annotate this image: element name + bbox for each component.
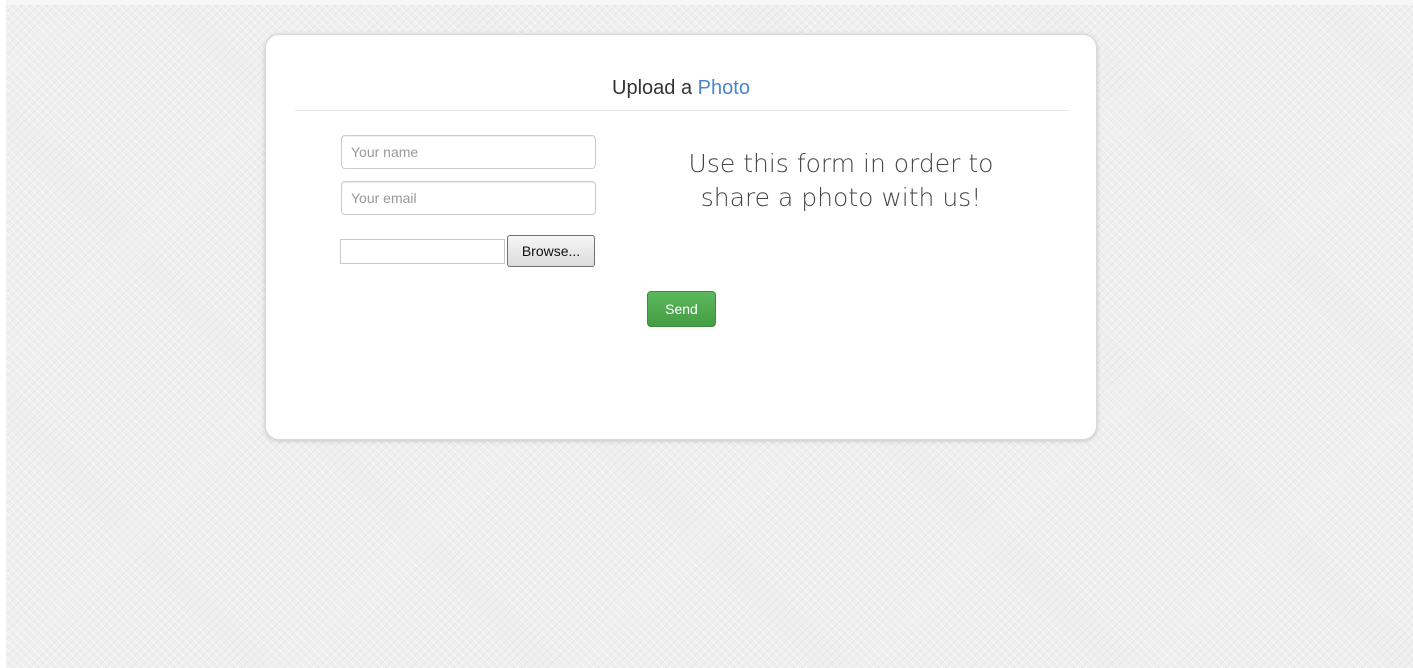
title-prefix: Upload a [612, 77, 693, 99]
tagline-line-2: share a photo with us! [700, 183, 982, 212]
tagline-line-1: Use this form in order to [688, 149, 994, 178]
email-input[interactable] [341, 181, 596, 215]
title-divider [295, 110, 1069, 111]
file-path-field[interactable] [340, 239, 505, 264]
page-title: Upload a Photo [266, 75, 1096, 101]
name-input[interactable] [341, 135, 596, 169]
upload-photo-card: Upload a Photo Browse... Use this form i… [265, 34, 1097, 440]
send-button[interactable]: Send [647, 291, 716, 327]
page-top-edge [0, 0, 1413, 5]
browse-button[interactable]: Browse... [507, 235, 595, 267]
form-description: Use this form in order to share a photo … [646, 147, 1036, 215]
title-accent: Photo [697, 77, 750, 99]
page-left-edge [0, 0, 6, 668]
